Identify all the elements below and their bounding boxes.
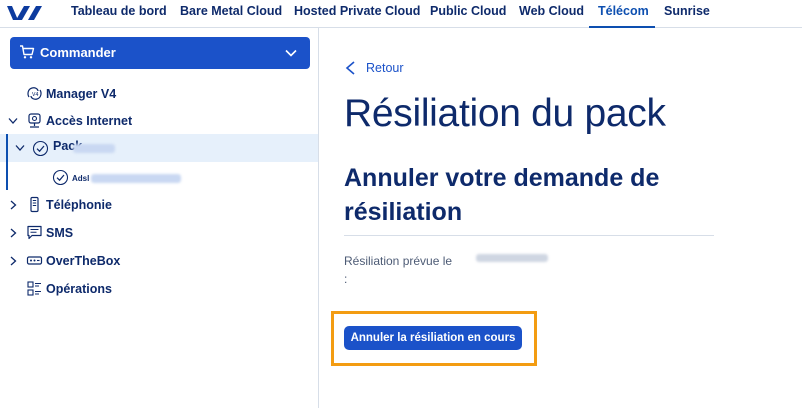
chevron-down-icon[interactable] — [15, 142, 25, 154]
tree-item-adsl[interactable]: Adsl — [0, 166, 318, 190]
tree-item-label: Manager V4 — [46, 87, 117, 101]
termination-date-label: Résiliation prévue le : — [344, 254, 453, 286]
tree-item-label: Opérations — [46, 282, 112, 296]
tree-item-telephonie[interactable]: Téléphonie — [0, 193, 318, 217]
chevron-right-icon[interactable] — [8, 199, 18, 211]
chevron-right-icon[interactable] — [8, 227, 18, 239]
chevron-down-icon — [285, 49, 297, 57]
svg-text:V4: V4 — [32, 92, 39, 98]
tree-item-label: SMS — [46, 226, 74, 240]
back-link-label: Retour — [366, 61, 404, 75]
tree-item-manager-v4[interactable]: V4 Manager V4 — [0, 82, 318, 106]
section-title: Annuler votre demande de résiliation — [344, 164, 660, 226]
redacted-pack-name — [73, 144, 115, 153]
nav-tableau-de-bord[interactable]: Tableau de bord — [71, 4, 167, 18]
cart-icon — [20, 45, 35, 59]
main-content: Retour Résiliation du pack Annuler votre… — [320, 28, 802, 408]
nav-web-cloud[interactable]: Web Cloud — [519, 4, 584, 18]
tree-item-sms[interactable]: SMS — [0, 221, 318, 245]
tree-item-label: OverTheBox — [46, 254, 121, 268]
nav-telecom[interactable]: Télécom — [598, 4, 649, 18]
tree-item-overthebox[interactable]: OverTheBox — [0, 249, 318, 273]
sms-icon — [27, 225, 42, 240]
check-circle-icon — [52, 169, 69, 186]
tree-item-acces-internet[interactable]: Accès Internet — [0, 109, 318, 133]
overthebox-icon — [26, 256, 43, 265]
phone-icon — [30, 196, 39, 213]
nav-bare-metal-cloud[interactable]: Bare Metal Cloud — [180, 4, 282, 18]
tree-item-label: Téléphonie — [46, 198, 112, 212]
redacted-adsl-line — [91, 174, 181, 183]
cancel-termination-button[interactable]: Annuler la résiliation en cours — [344, 326, 522, 350]
chevron-down-icon[interactable] — [8, 115, 18, 127]
tree-item-pack[interactable]: Pack — [0, 134, 318, 190]
nav-public-cloud[interactable]: Public Cloud — [430, 4, 506, 18]
chevron-right-icon[interactable] — [8, 255, 18, 267]
tree-item-operations[interactable]: Opérations — [0, 277, 318, 301]
nav-sunrise[interactable]: Sunrise — [664, 4, 710, 18]
ovh-logo[interactable] — [6, 4, 44, 22]
order-button-label: Commander — [40, 45, 116, 60]
chevron-left-icon — [345, 61, 355, 75]
redacted-termination-date — [476, 254, 548, 262]
order-button[interactable]: Commander — [10, 37, 310, 69]
tree-item-label: Accès Internet — [46, 114, 133, 128]
check-circle-icon — [32, 140, 49, 157]
internet-access-icon — [28, 113, 41, 128]
divider — [344, 235, 714, 236]
operations-icon — [27, 281, 41, 296]
manager-v4-icon: V4 — [27, 87, 42, 100]
sidebar: Commander V4 Manager V4 Accès Internet P… — [0, 28, 319, 408]
nav-hosted-private-cloud[interactable]: Hosted Private Cloud — [294, 4, 420, 18]
tree-item-label: Adsl — [72, 174, 90, 183]
page-title: Résiliation du pack — [344, 92, 666, 135]
top-navigation: Tableau de bord Bare Metal Cloud Hosted … — [0, 0, 802, 28]
